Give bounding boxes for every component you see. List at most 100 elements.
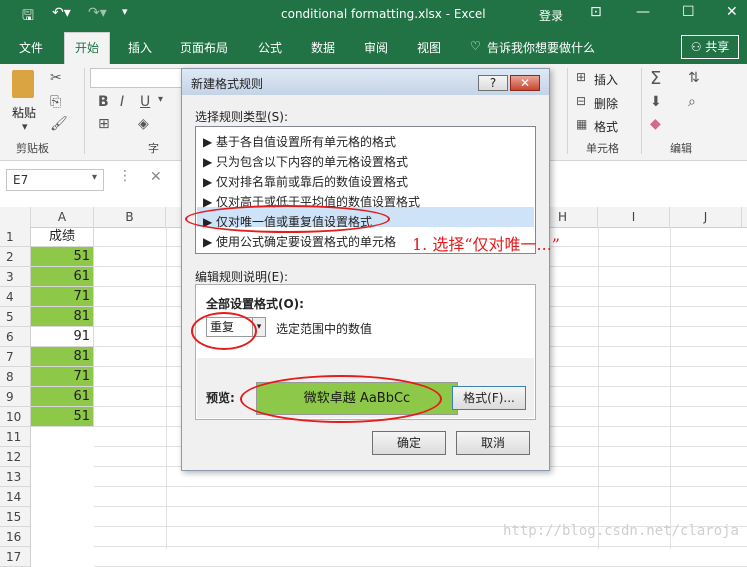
row-header[interactable]: 8 — [0, 367, 31, 387]
tab-home[interactable]: 开始 — [64, 32, 110, 64]
title-bar: 🖫 ↶▾ ↷▾ ▾ conditional formatting.xlsx - … — [0, 0, 747, 30]
tab-formulas[interactable]: 公式 — [258, 39, 282, 56]
cell-a8[interactable]: 71 — [31, 367, 94, 387]
row-header[interactable]: 4 — [0, 287, 31, 307]
tab-file[interactable]: 文件 — [19, 39, 43, 56]
fill-down-icon[interactable]: ⬇ — [650, 94, 662, 110]
paste-dropdown-icon[interactable]: ▾ — [22, 120, 28, 133]
rule-item[interactable]: ▶ 只为包含以下内容的单元格设置格式 — [203, 153, 408, 170]
grid-line — [94, 506, 747, 507]
paste-icon[interactable] — [12, 70, 34, 98]
ribbon-tabs: 文件 插入 页面布局 公式 数据 审阅 视图 ♡ 告诉我你想要做什么 — [0, 30, 747, 64]
font-group-label: 字 — [148, 142, 159, 155]
row-header[interactable]: 2 — [0, 247, 31, 267]
clear-icon[interactable]: ◆ — [650, 116, 661, 132]
find-select-icon[interactable]: ⌕ — [688, 94, 696, 110]
paste-label[interactable]: 粘贴 — [12, 104, 36, 121]
cell-a3[interactable]: 61 — [31, 267, 94, 287]
group-divider — [641, 68, 642, 154]
cell-a9[interactable]: 61 — [31, 387, 94, 407]
share-button[interactable]: ⚇ 共享 — [681, 35, 739, 59]
help-button[interactable]: ? — [478, 75, 508, 91]
row-header[interactable]: 13 — [0, 467, 31, 487]
redo-icon[interactable]: ↷▾ — [88, 5, 107, 21]
row-header[interactable]: 17 — [0, 547, 31, 567]
insert-cells-icon[interactable]: ⊞ — [576, 70, 586, 84]
row-header[interactable]: 16 — [0, 527, 31, 547]
save-icon[interactable]: 🖫 — [22, 5, 34, 29]
delete-cells-button[interactable]: 删除 — [594, 95, 618, 112]
row-header[interactable]: 3 — [0, 267, 31, 287]
format-button[interactable]: 格式(F)... — [452, 386, 526, 410]
row-header[interactable]: 1 — [0, 227, 31, 247]
column-header-a[interactable]: A — [31, 207, 94, 227]
cancel-entry-icon[interactable]: ✕ — [150, 169, 162, 185]
minimize-icon[interactable]: — — [636, 4, 650, 20]
login-link[interactable]: 登录 — [539, 7, 563, 24]
close-icon[interactable]: ✕ — [726, 4, 738, 20]
tab-page-layout[interactable]: 页面布局 — [180, 39, 228, 56]
formula-bar-menu-icon[interactable]: ⋮ — [118, 168, 132, 184]
close-dialog-button[interactable]: ✕ — [510, 75, 540, 91]
row-header[interactable]: 5 — [0, 307, 31, 327]
cell-a7[interactable]: 81 — [31, 347, 94, 367]
cell-a4[interactable]: 71 — [31, 287, 94, 307]
rule-type-label: 选择规则类型(S): — [195, 110, 289, 124]
name-box-dropdown-icon[interactable]: ▾ — [92, 172, 97, 183]
tell-me-search[interactable]: 告诉我你想要做什么 — [487, 39, 595, 56]
edit-rule-label: 编辑规则说明(E): — [195, 270, 288, 284]
rule-item[interactable]: ▶ 仅对排名靠前或靠后的数值设置格式 — [203, 173, 408, 190]
rule-item[interactable]: ▶ 基于各自值设置所有单元格的格式 — [203, 133, 396, 150]
cell-a1[interactable]: 成绩 — [31, 227, 94, 247]
select-all-corner[interactable] — [0, 207, 31, 227]
cell-a2[interactable]: 51 — [31, 247, 94, 267]
border-icon[interactable]: ⊞ — [98, 116, 110, 132]
column-header-b[interactable]: B — [94, 207, 166, 227]
tab-view[interactable]: 视图 — [417, 39, 441, 56]
row-header[interactable]: 9 — [0, 387, 31, 407]
column-header-i[interactable]: I — [598, 207, 670, 227]
cut-icon[interactable]: ✂ — [50, 70, 62, 86]
undo-icon[interactable]: ↶▾ — [52, 5, 71, 21]
autosum-icon[interactable]: Σ — [650, 68, 661, 89]
customize-icon[interactable]: ▾ — [122, 5, 128, 18]
sort-filter-icon[interactable]: ⇅ — [688, 70, 700, 86]
maximize-icon[interactable]: ☐ — [682, 4, 695, 20]
tab-insert[interactable]: 插入 — [128, 39, 152, 56]
lightbulb-icon: ♡ — [470, 39, 481, 53]
preview-label: 预览: — [206, 391, 235, 405]
underline-dropdown-icon[interactable]: ▾ — [158, 94, 163, 105]
name-box[interactable]: E7 — [6, 169, 104, 191]
cell-a5[interactable]: 81 — [31, 307, 94, 327]
format-painter-icon[interactable]: 🖌 — [50, 116, 68, 132]
annotation-text: 1. 选择“仅对唯一...” — [412, 235, 560, 254]
fill-color-icon[interactable]: ◈ — [138, 116, 149, 132]
cancel-button[interactable]: 取消 — [456, 431, 530, 455]
format-cells-button[interactable]: 格式 — [594, 118, 618, 135]
insert-cells-button[interactable]: 插入 — [594, 71, 618, 88]
format-cells-icon[interactable]: ▦ — [576, 117, 587, 131]
tab-review[interactable]: 审阅 — [364, 39, 388, 56]
row-header[interactable]: 15 — [0, 507, 31, 527]
row-header[interactable]: 12 — [0, 447, 31, 467]
row-header[interactable]: 6 — [0, 327, 31, 347]
delete-cells-icon[interactable]: ⊟ — [576, 94, 586, 108]
ribbon-options-icon[interactable]: ⊡ — [590, 4, 602, 20]
cell-a10[interactable]: 51 — [31, 407, 94, 427]
rule-item[interactable]: ▶ 使用公式确定要设置格式的单元格 — [203, 233, 396, 250]
row-header[interactable]: 11 — [0, 427, 31, 447]
dialog-title: 新建格式规则 — [191, 77, 264, 91]
font-name-box[interactable] — [90, 68, 182, 88]
row-header[interactable]: 14 — [0, 487, 31, 507]
ok-button[interactable]: 确定 — [372, 431, 446, 455]
column-header-j[interactable]: J — [670, 207, 742, 227]
bold-button[interactable]: B — [98, 94, 109, 110]
cell-a6[interactable]: 91 — [31, 327, 94, 347]
underline-button[interactable]: U — [140, 94, 150, 110]
row-header[interactable]: 7 — [0, 347, 31, 367]
tab-data[interactable]: 数据 — [311, 39, 335, 56]
copy-icon[interactable]: ⎘ — [50, 94, 61, 110]
row-header[interactable]: 10 — [0, 407, 31, 427]
italic-button[interactable]: I — [120, 94, 124, 110]
group-divider — [567, 68, 568, 154]
